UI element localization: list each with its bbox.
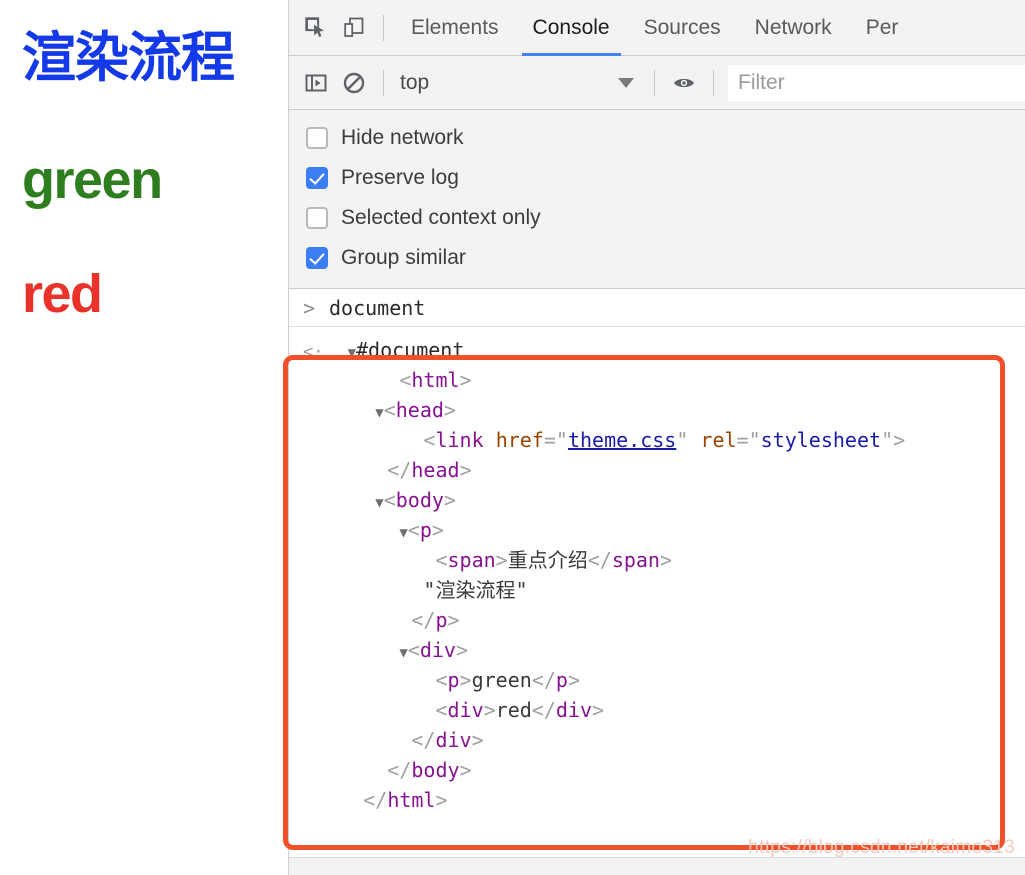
context-selector[interactable]: top [394, 66, 644, 100]
link-href-value[interactable]: theme.css [568, 428, 676, 452]
disclosure-triangle-icon[interactable]: ▼ [375, 405, 383, 421]
inspect-element-icon[interactable] [297, 9, 335, 47]
filter-input[interactable] [728, 64, 1025, 101]
tab-elements[interactable]: Elements [394, 0, 516, 56]
tab-network[interactable]: Network [738, 0, 849, 56]
checkbox-hide-network[interactable] [306, 127, 328, 149]
div-red-text: red [495, 698, 532, 722]
watermark-text: https://blog.csdn.net/kaimo313 [748, 837, 1015, 858]
console-prompt-expression: document [329, 295, 426, 320]
checkbox-group-similar[interactable] [306, 247, 328, 269]
filter-group-similar[interactable]: Group similar [289, 238, 1025, 278]
dom-line-html-close: </html> [363, 788, 448, 812]
p-text-node: "渲染流程" [423, 578, 528, 602]
filter-hide-network[interactable]: Hide network [289, 118, 1025, 158]
dom-line-link[interactable]: <link href="theme.css" rel="stylesheet"> [303, 425, 1025, 455]
dom-line-body-close: </body> [387, 758, 472, 782]
rendered-page-preview: 渲染流程 green red [0, 0, 288, 875]
filter-selected-context-only[interactable]: Selected context only [289, 198, 1025, 238]
devtools-tabbar: Elements Console Sources Network Per [289, 0, 1025, 56]
prompt-arrow-icon: > [303, 295, 316, 320]
disclosure-triangle-icon[interactable]: ▼ [348, 345, 356, 361]
console-dom-tree-output: <· ▼#document <html> ▼<head> <link href=… [289, 327, 1025, 815]
span-text-content: 重点介绍 [507, 548, 588, 572]
context-selector-value: top [400, 70, 430, 94]
clear-console-icon[interactable] [335, 64, 373, 102]
chevron-down-icon [618, 77, 634, 88]
preview-text-green: green [22, 149, 163, 210]
dom-line-span[interactable]: <span>重点介绍</span> [303, 545, 1025, 575]
console-toolbar-divider-3 [713, 69, 714, 96]
dom-line-div-red[interactable]: <div>red</div> [303, 695, 1025, 725]
dom-line-p-close: </p> [411, 608, 460, 632]
p-green-text: green [471, 668, 532, 692]
tab-console[interactable]: Console [516, 0, 627, 56]
dom-line-div-close: </div> [411, 728, 484, 752]
preview-text-red: red [22, 263, 103, 324]
dom-line-p-open[interactable]: ▼<p> [303, 515, 1025, 545]
dom-line-html-open[interactable]: <html> [303, 365, 1025, 395]
checkbox-preserve-log[interactable] [306, 167, 328, 189]
disclosure-triangle-icon[interactable]: ▼ [399, 525, 407, 541]
dom-line-head-open[interactable]: ▼<head> [303, 395, 1025, 425]
filter-label-hide-network: Hide network [341, 126, 464, 149]
response-arrow-icon: <· [303, 342, 324, 362]
checkbox-selected-context-only[interactable] [306, 207, 328, 229]
filter-label-preserve-log: Preserve log [341, 166, 459, 189]
filter-preserve-log[interactable]: Preserve log [289, 158, 1025, 198]
tab-performance[interactable]: Per [849, 0, 916, 56]
console-toolbar-divider-2 [654, 69, 655, 96]
filter-label-group-similar: Group similar [341, 246, 466, 269]
link-rel-value: stylesheet [760, 428, 882, 452]
filter-label-selected-context-only: Selected context only [341, 206, 541, 229]
disclosure-triangle-icon[interactable]: ▼ [375, 495, 383, 511]
toolbar-divider [383, 14, 384, 41]
dom-line-document[interactable]: <· ▼#document [303, 335, 1025, 365]
console-filter-options: Hide network Preserve log Selected conte… [289, 110, 1025, 289]
device-toolbar-icon[interactable] [335, 9, 373, 47]
console-bottom-strip [289, 857, 1025, 875]
dom-line-p-green[interactable]: <p>green</p> [303, 665, 1025, 695]
console-prompt-row[interactable]: > document [289, 289, 1025, 327]
dom-node-document: #document [356, 338, 465, 362]
devtools-panel: Elements Console Sources Network Per top [288, 0, 1025, 875]
dom-line-div-open[interactable]: ▼<div> [303, 635, 1025, 665]
console-toolbar: top [289, 56, 1025, 110]
sidebar-toggle-icon[interactable] [297, 64, 335, 102]
disclosure-triangle-icon[interactable]: ▼ [399, 645, 407, 661]
preview-heading-chinese: 渲染流程 [22, 26, 235, 89]
console-toolbar-divider-1 [383, 69, 384, 96]
dom-line-text-node: "渲染流程" [303, 575, 1025, 605]
dom-line-body-open[interactable]: ▼<body> [303, 485, 1025, 515]
dom-line-head-close: </head> [387, 458, 472, 482]
tab-sources[interactable]: Sources [627, 0, 738, 56]
eye-icon[interactable] [665, 64, 703, 102]
